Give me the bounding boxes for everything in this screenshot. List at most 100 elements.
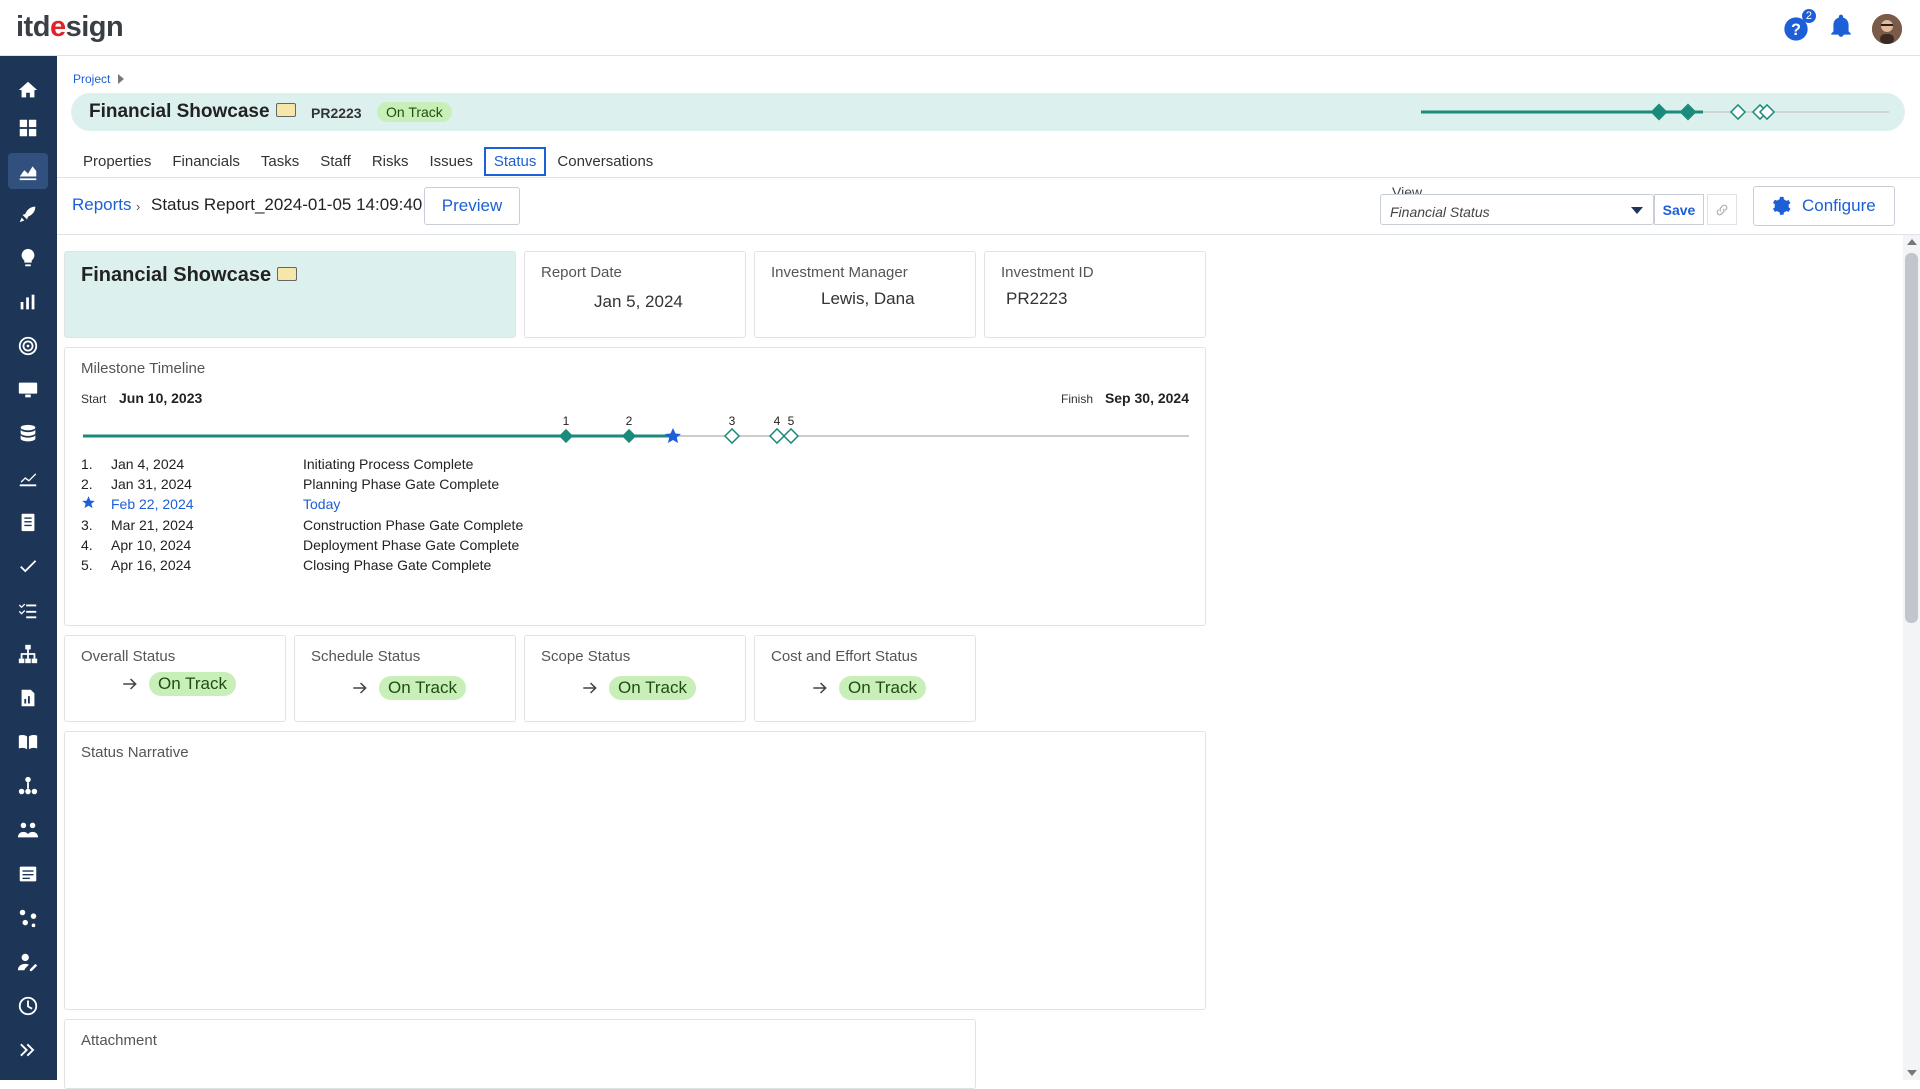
dashboard-icon[interactable] bbox=[8, 110, 48, 146]
breadcrumb-chevron-icon: › bbox=[136, 199, 141, 214]
app-logo[interactable]: itdesign bbox=[16, 11, 124, 44]
link-icon[interactable] bbox=[1707, 194, 1737, 225]
breadcrumb-caret-icon[interactable] bbox=[118, 74, 125, 84]
tab-status[interactable]: Status bbox=[483, 147, 547, 176]
user-edit-icon[interactable] bbox=[8, 944, 48, 980]
milestone-marker-label-4: 4 bbox=[774, 414, 781, 428]
portfolio-chart-icon[interactable] bbox=[8, 153, 48, 189]
project-header: Financial Showcase PR2223 On Track bbox=[71, 93, 1905, 131]
timeline-finish-date: Sep 30, 2024 bbox=[1104, 390, 1189, 406]
target-icon[interactable] bbox=[8, 328, 48, 364]
milestone-row-today: Feb 22, 2024 Today bbox=[81, 494, 523, 514]
user-avatar[interactable] bbox=[1872, 13, 1902, 44]
gear-icon bbox=[1773, 196, 1791, 215]
configure-label: Configure bbox=[1802, 196, 1876, 215]
hierarchy-icon[interactable] bbox=[8, 636, 48, 672]
cost-effort-status-badge: On Track bbox=[839, 676, 926, 700]
breadcrumb-project-link[interactable]: Project bbox=[73, 72, 110, 86]
project-type-icon bbox=[277, 266, 298, 281]
tab-issues[interactable]: Issues bbox=[420, 147, 483, 176]
milestone-timeline-title: Milestone Timeline bbox=[81, 360, 206, 377]
tab-tasks[interactable]: Tasks bbox=[251, 147, 309, 176]
timeline-finish-label: Finish bbox=[1060, 392, 1093, 406]
book-icon[interactable] bbox=[8, 724, 48, 760]
help-icon[interactable]: ? 2 bbox=[1782, 8, 1816, 43]
tabs-divider bbox=[57, 177, 1920, 178]
bar-chart-icon[interactable] bbox=[8, 284, 48, 320]
view-select[interactable]: Financial Status bbox=[1380, 194, 1654, 225]
milestone-marker-3 bbox=[723, 427, 741, 445]
milestone-row: 4. Apr 10, 2024 Deployment Phase Gate Comp… bbox=[81, 536, 520, 553]
tab-risks[interactable]: Risks bbox=[362, 147, 419, 176]
configure-button[interactable]: Configure bbox=[1753, 186, 1895, 226]
milestone-row: 1. Jan 4, 2024 Initiating Process Complete bbox=[81, 456, 474, 473]
checklist-icon[interactable] bbox=[8, 592, 48, 628]
project-type-icon bbox=[275, 102, 296, 117]
chevron-down-icon bbox=[1631, 207, 1643, 214]
arrow-right-icon bbox=[123, 678, 137, 690]
tab-properties[interactable]: Properties bbox=[73, 147, 161, 176]
timeline-start-date: Jun 10, 2023 bbox=[119, 390, 203, 406]
today-star-icon bbox=[665, 428, 681, 443]
checkmark-icon[interactable] bbox=[8, 548, 48, 584]
mini-milestone-2 bbox=[1679, 103, 1697, 121]
timeline-start-label: Start bbox=[81, 392, 107, 406]
org-chart-icon[interactable] bbox=[8, 768, 48, 804]
line-chart-icon[interactable] bbox=[8, 460, 48, 496]
page-scrollbar[interactable] bbox=[1903, 235, 1920, 1080]
database-icon[interactable] bbox=[8, 416, 48, 452]
milestone-marker-2 bbox=[621, 428, 637, 444]
milestone-list: 1. Jan 4, 2024 Initiating Process Complete… bbox=[81, 454, 523, 575]
milestone-marker-label-2: 2 bbox=[626, 414, 633, 428]
tab-staff[interactable]: Staff bbox=[310, 147, 361, 176]
schedule-status-card: Schedule Status On Track bbox=[294, 635, 516, 722]
lightbulb-icon[interactable] bbox=[8, 240, 48, 276]
cost-effort-status-label: Cost and Effort Status bbox=[771, 648, 918, 665]
reports-link[interactable]: Reports bbox=[72, 195, 132, 215]
investment-id-value: PR2223 bbox=[1006, 289, 1068, 308]
milestone-marker-4 bbox=[768, 427, 786, 445]
scroll-up-icon[interactable] bbox=[1907, 239, 1917, 245]
scroll-down-icon[interactable] bbox=[1907, 1070, 1917, 1076]
clock-icon[interactable] bbox=[8, 988, 48, 1024]
mini-milestone-timeline bbox=[1421, 103, 1889, 121]
view-select-value: Financial Status bbox=[1390, 204, 1490, 220]
arrow-right-icon bbox=[813, 682, 827, 694]
milestone-row: 2. Jan 31, 2024 Planning Phase Gate Comple… bbox=[81, 476, 500, 493]
scroll-thumb[interactable] bbox=[1905, 253, 1918, 623]
project-summary-card: Financial Showcase bbox=[64, 251, 516, 338]
bell-icon[interactable] bbox=[1828, 13, 1854, 44]
tab-conversations[interactable]: Conversations bbox=[547, 147, 663, 176]
preview-button[interactable]: Preview bbox=[424, 187, 520, 225]
monitor-icon[interactable] bbox=[8, 372, 48, 408]
milestone-marker-label-5: 5 bbox=[788, 414, 795, 428]
team-icon[interactable] bbox=[8, 812, 48, 848]
milestone-row: 3. Mar 21, 2024 Construction Phase Gate Co… bbox=[81, 516, 524, 533]
tab-financials[interactable]: Financials bbox=[162, 147, 250, 176]
arrow-right-icon bbox=[583, 682, 597, 694]
report-title: Status Report_2024-01-05 14:09:40 bbox=[151, 195, 423, 214]
report-date-label: Report Date bbox=[541, 264, 622, 281]
milestone-timeline-track: 1 2 3 4 5 bbox=[83, 414, 1189, 445]
milestone-marker-1 bbox=[558, 428, 574, 444]
left-nav bbox=[0, 56, 57, 1080]
mini-milestone-1 bbox=[1650, 103, 1668, 121]
scope-status-badge: On Track bbox=[609, 676, 696, 700]
investment-id-card: Investment ID PR2223 bbox=[984, 251, 1206, 338]
cost-effort-status-card: Cost and Effort Status On Track bbox=[754, 635, 976, 722]
arrow-right-icon bbox=[353, 682, 367, 694]
rocket-icon[interactable] bbox=[8, 196, 48, 232]
overall-status-badge: On Track bbox=[149, 672, 236, 696]
clipboard-icon[interactable] bbox=[8, 504, 48, 540]
scope-status-label: Scope Status bbox=[541, 648, 631, 665]
home-icon[interactable] bbox=[8, 72, 48, 108]
project-id: PR2223 bbox=[311, 105, 362, 121]
report-list-icon[interactable] bbox=[8, 856, 48, 892]
scope-status-card: Scope Status On Track bbox=[524, 635, 746, 722]
status-narrative-title: Status Narrative bbox=[81, 744, 189, 761]
resources-icon[interactable] bbox=[8, 900, 48, 936]
document-chart-icon[interactable] bbox=[8, 680, 48, 716]
status-narrative-card: Status Narrative bbox=[64, 731, 1206, 1010]
save-view-button[interactable]: Save bbox=[1654, 194, 1704, 225]
expand-nav-icon[interactable] bbox=[8, 1032, 48, 1068]
